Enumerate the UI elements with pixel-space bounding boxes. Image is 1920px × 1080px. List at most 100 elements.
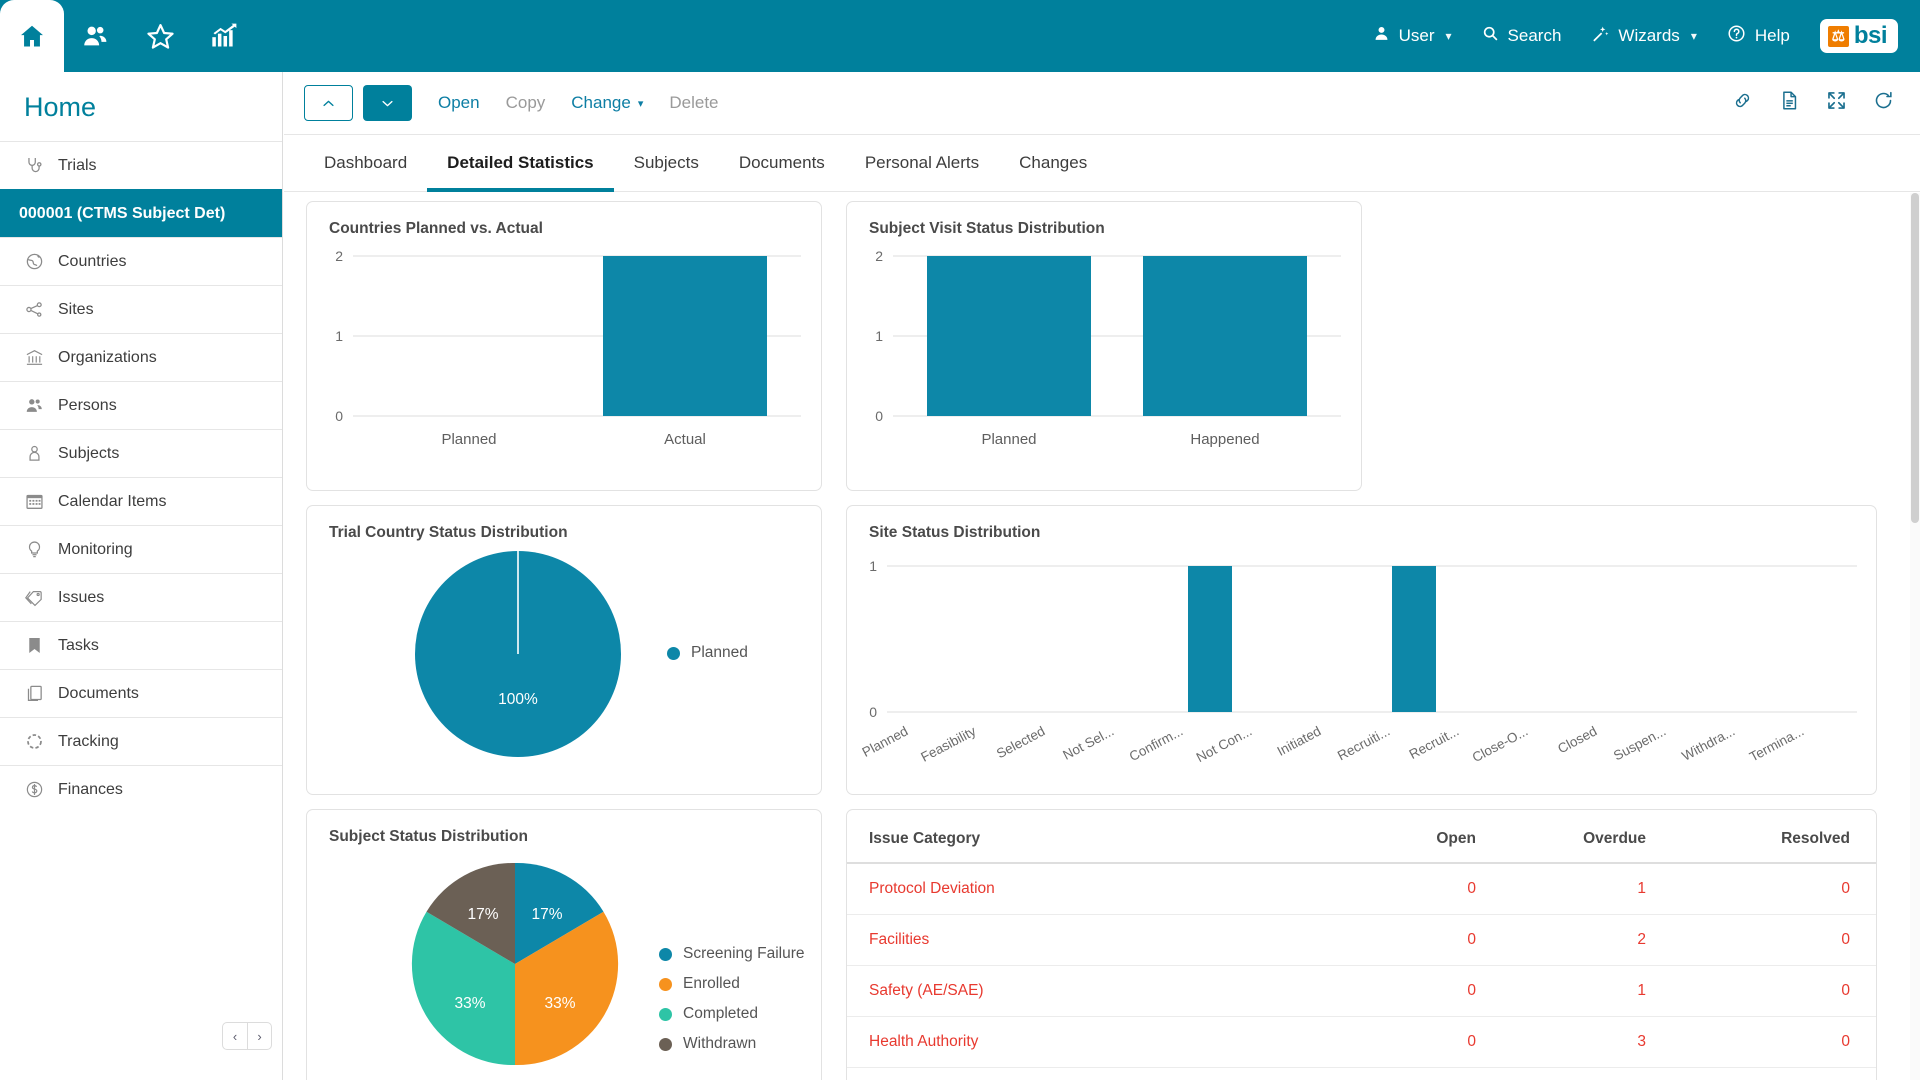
legend-item-enrolled[interactable]: Enrolled: [659, 975, 804, 993]
x-label-0: Planned: [860, 723, 911, 760]
legend-swatch: [659, 1008, 672, 1021]
table-row[interactable]: Facilities 0 2 0: [847, 915, 1876, 966]
sidebar-item-trial-000001[interactable]: 000001 (CTMS Subject Det): [0, 189, 282, 237]
card-title: Subject Status Distribution: [307, 810, 821, 846]
sidebar-item-label: Organizations: [58, 349, 157, 367]
bar-happened[interactable]: [1143, 256, 1307, 416]
cell-resolved: 0: [1676, 915, 1876, 966]
card-title: Subject Visit Status Distribution: [847, 202, 1361, 238]
bsi-logo[interactable]: ⚖ bsi: [1820, 19, 1898, 53]
sidebar-item-documents[interactable]: Documents: [0, 669, 282, 717]
pie-value-label-screening-failure: 17%: [531, 906, 562, 923]
scrollbar-thumb[interactable]: [1911, 193, 1919, 523]
sidebar-item-countries[interactable]: Countries: [0, 237, 282, 285]
sidebar-item-label: Subjects: [58, 445, 119, 463]
bar-confirmed[interactable]: [1188, 566, 1232, 712]
sidebar-item-label: Trials: [58, 157, 97, 175]
tab-documents[interactable]: Documents: [719, 135, 845, 191]
sidebar-item-finances[interactable]: Finances: [0, 765, 282, 813]
copies-icon: [24, 684, 44, 704]
user-menu-label: User: [1399, 26, 1435, 46]
topnav-home[interactable]: [0, 0, 64, 72]
tab-label: Detailed Statistics: [447, 153, 593, 173]
topnav-reports[interactable]: [192, 0, 256, 72]
share-icon: [24, 300, 44, 320]
refresh-icon[interactable]: [1873, 90, 1894, 116]
countries-planned-actual-chart: 2 1 0 Planned Actual: [307, 238, 823, 478]
legend-item-completed[interactable]: Completed: [659, 1005, 804, 1023]
sidebar-item-tasks[interactable]: Tasks: [0, 621, 282, 669]
col-header-category: Issue Category: [847, 810, 1276, 863]
cell-open: 0: [1276, 1017, 1476, 1068]
sidebar-item-label: Calendar Items: [58, 493, 167, 511]
x-label-1: Feasibility: [918, 723, 978, 765]
subject-visit-status-chart: 2 1 0 Planned Happened: [847, 238, 1363, 478]
sidebar-item-calendar-items[interactable]: Calendar Items: [0, 477, 282, 525]
table-row[interactable]: Safety (AE/SAE) 0 1 0: [847, 966, 1876, 1017]
y-tick-2: 2: [875, 248, 883, 264]
sidebar-item-subjects[interactable]: Subjects: [0, 429, 282, 477]
tab-dashboard[interactable]: Dashboard: [304, 135, 427, 191]
help-label: Help: [1755, 26, 1790, 46]
legend-swatch: [659, 948, 672, 961]
pager-next-button[interactable]: ›: [247, 1023, 271, 1049]
persons-icon: [24, 396, 44, 416]
sidebar-item-issues[interactable]: Issues: [0, 573, 282, 621]
user-menu[interactable]: User ▾: [1373, 25, 1452, 47]
sidebar-item-trials[interactable]: Trials: [0, 141, 282, 189]
topnav-favorites[interactable]: [128, 0, 192, 72]
help-button[interactable]: Help: [1727, 24, 1790, 48]
wizards-menu[interactable]: Wizards ▾: [1591, 25, 1696, 48]
sidebar-item-monitoring[interactable]: Monitoring: [0, 525, 282, 573]
bank-icon: [24, 348, 44, 368]
fullscreen-icon[interactable]: [1826, 90, 1847, 116]
legend-item-screening-failure[interactable]: Screening Failure: [659, 945, 804, 963]
tab-personal-alerts[interactable]: Personal Alerts: [845, 135, 999, 191]
scales-icon: ⚖: [1828, 26, 1849, 47]
legend-item-withdrawn[interactable]: Withdrawn: [659, 1035, 804, 1053]
cell-category[interactable]: Health Authority: [847, 1017, 1276, 1068]
content-scrollbar[interactable]: [1910, 193, 1920, 1080]
sidebar-item-label: Issues: [58, 589, 104, 607]
delete-button[interactable]: Delete: [669, 93, 718, 113]
move-up-button[interactable]: [304, 85, 353, 121]
search-button[interactable]: Search: [1482, 25, 1562, 47]
copy-button[interactable]: Copy: [506, 93, 546, 113]
table-row[interactable]: Protocol Deviation 0 1 0: [847, 863, 1876, 915]
sidebar-item-tracking[interactable]: Tracking: [0, 717, 282, 765]
cell-category[interactable]: Safety (AE/SAE): [847, 966, 1276, 1017]
wand-icon: [1591, 25, 1609, 48]
document-icon[interactable]: [1779, 90, 1800, 116]
table-row[interactable]: Health Authority 0 3 0: [847, 1017, 1876, 1068]
y-tick-0: 0: [875, 408, 883, 424]
pie-value-label-withdrawn: 17%: [467, 906, 498, 923]
link-icon[interactable]: [1732, 90, 1753, 116]
tab-label: Subjects: [634, 153, 699, 173]
bar-actual[interactable]: [603, 256, 767, 416]
table-row[interactable]: Investigational Medicinal Product 1 0 0: [847, 1068, 1876, 1080]
star-icon: [146, 22, 175, 51]
sidebar-item-organizations[interactable]: Organizations: [0, 333, 282, 381]
cell-category[interactable]: Protocol Deviation: [847, 863, 1276, 915]
top-nav: [0, 0, 256, 72]
topnav-contacts[interactable]: [64, 0, 128, 72]
tab-subjects[interactable]: Subjects: [614, 135, 719, 191]
tab-label: Documents: [739, 153, 825, 173]
x-label-2: Selected: [994, 723, 1047, 761]
cell-category[interactable]: Facilities: [847, 915, 1276, 966]
tab-changes[interactable]: Changes: [999, 135, 1107, 191]
pager-prev-button[interactable]: ‹: [223, 1023, 247, 1049]
bar-planned[interactable]: [927, 256, 1091, 416]
legend-item-planned[interactable]: Planned: [667, 644, 748, 662]
move-down-button[interactable]: [363, 85, 412, 121]
sidebar-item-sites[interactable]: Sites: [0, 285, 282, 333]
x-label-7: Recruiti...: [1335, 723, 1392, 763]
sidebar-item-persons[interactable]: Persons: [0, 381, 282, 429]
open-button[interactable]: Open: [438, 93, 480, 113]
cell-category[interactable]: Investigational Medicinal Product: [847, 1068, 1276, 1080]
y-tick-2: 2: [335, 248, 343, 264]
tab-detailed-statistics[interactable]: Detailed Statistics: [427, 135, 613, 191]
bar-recruiting[interactable]: [1392, 566, 1436, 712]
legend-swatch: [659, 978, 672, 991]
change-menu-button[interactable]: Change ▾: [571, 93, 643, 113]
